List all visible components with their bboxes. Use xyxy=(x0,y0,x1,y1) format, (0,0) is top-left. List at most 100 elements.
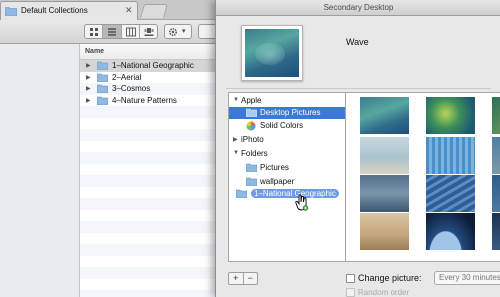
finder-row[interactable]: ▶ 2–Aerial xyxy=(80,72,215,84)
finder-row[interactable]: ▶ 4–Nature Patterns xyxy=(80,95,215,107)
folder-icon xyxy=(97,73,108,82)
chevron-down-icon: ▾ xyxy=(182,28,186,35)
divider xyxy=(226,88,491,89)
add-folder-button[interactable]: + xyxy=(229,273,244,284)
finder-row[interactable]: ▶ 1–National Geographic xyxy=(80,60,215,72)
share-button[interactable] xyxy=(198,24,215,39)
source-item-label: Pictures xyxy=(260,163,289,172)
source-group-label: iPhoto xyxy=(241,135,264,144)
wallpaper-thumbnail[interactable] xyxy=(360,137,409,174)
close-icon[interactable]: ✕ xyxy=(125,5,133,16)
list-view-icon xyxy=(108,28,117,36)
disclosure-triangle-icon[interactable]: ▼ xyxy=(233,97,239,103)
wallpaper-thumbnail[interactable] xyxy=(360,213,409,250)
folder-icon xyxy=(97,96,108,105)
empty-row xyxy=(80,129,215,141)
remove-folder-button[interactable]: − xyxy=(244,273,258,284)
source-group-iphoto[interactable]: ▶ iPhoto xyxy=(229,134,345,146)
source-group-folders[interactable]: ▼ Folders xyxy=(229,148,345,160)
add-remove-control: + − xyxy=(228,272,258,285)
random-order-checkbox[interactable] xyxy=(346,288,355,297)
current-wallpaper-name: Wave xyxy=(346,37,369,47)
finder-row-label: 3–Cosmos xyxy=(112,84,151,93)
finder-window: Default Collections ✕ ▾ Name ▶ 1–Nationa… xyxy=(0,0,215,297)
wallpaper-preview-image xyxy=(245,29,299,77)
window-title: Secondary Desktop xyxy=(216,0,500,16)
column-view-button[interactable] xyxy=(122,25,140,38)
empty-row xyxy=(80,279,215,291)
finder-row[interactable]: ▶ 3–Cosmos xyxy=(80,83,215,95)
finder-row-label: 2–Aerial xyxy=(112,72,142,82)
change-picture-label: Change picture: xyxy=(358,273,422,283)
finder-tab[interactable]: Default Collections ✕ xyxy=(0,1,138,20)
wallpaper-thumbnail[interactable] xyxy=(426,213,475,250)
wallpaper-thumbnail-grid xyxy=(346,92,500,262)
source-item-label: Desktop Pictures xyxy=(260,108,321,117)
desktop-preferences-window: Secondary Desktop Wave ▼ Apple Desktop P… xyxy=(215,0,500,297)
finder-tab-bar: Default Collections ✕ xyxy=(0,0,215,20)
cover-flow-button[interactable] xyxy=(140,25,157,38)
empty-row xyxy=(80,152,215,164)
source-item-desktop-pictures[interactable]: Desktop Pictures xyxy=(229,107,345,119)
list-view-button[interactable] xyxy=(103,25,122,38)
icon-view-icon xyxy=(90,28,98,36)
finder-file-list: Name ▶ 1–National Geographic ▶ 2–Aerial … xyxy=(80,44,215,297)
change-interval-select[interactable]: Every 30 minutes xyxy=(434,271,500,285)
source-item-pictures[interactable]: Pictures xyxy=(229,162,345,174)
change-picture-checkbox[interactable] xyxy=(346,274,355,283)
empty-row xyxy=(80,175,215,187)
folder-icon xyxy=(246,177,257,186)
disclosure-triangle-icon[interactable]: ▼ xyxy=(233,150,239,156)
source-group-label: Folders xyxy=(241,149,268,158)
folder-icon xyxy=(236,189,247,198)
dragged-folder-item[interactable]: 1–National Geographic xyxy=(229,188,345,200)
disclosure-triangle-icon[interactable]: ▶ xyxy=(86,97,91,104)
column-header-label: Name xyxy=(85,48,105,55)
icon-view-button[interactable] xyxy=(85,25,104,38)
source-item-solid-colors[interactable]: Solid Colors xyxy=(229,120,345,132)
empty-row xyxy=(80,210,215,222)
wallpaper-thumbnail[interactable] xyxy=(492,137,500,174)
wallpaper-thumbnail[interactable] xyxy=(492,213,500,250)
disclosure-triangle-icon[interactable]: ▶ xyxy=(86,85,91,92)
cover-flow-icon xyxy=(144,28,154,36)
wallpaper-thumbnail[interactable] xyxy=(426,175,475,212)
disclosure-triangle-icon[interactable]: ▶ xyxy=(86,62,91,69)
empty-row xyxy=(80,198,215,210)
wallpaper-thumbnail[interactable] xyxy=(360,175,409,212)
empty-row xyxy=(80,256,215,268)
source-list: ▼ Apple Desktop Pictures Solid Colors ▶ … xyxy=(228,92,346,262)
empty-row xyxy=(80,164,215,176)
empty-row xyxy=(80,141,215,153)
drag-cursor-icon xyxy=(295,194,309,211)
source-item-wallpaper[interactable]: wallpaper xyxy=(229,176,345,188)
new-tab-button[interactable] xyxy=(140,4,168,18)
random-order-label: Random order xyxy=(358,288,410,297)
source-item-label: Solid Colors xyxy=(260,121,304,130)
empty-row xyxy=(80,221,215,233)
action-menu-button[interactable]: ▾ xyxy=(164,24,192,39)
empty-row xyxy=(80,267,215,279)
wallpaper-thumbnail[interactable] xyxy=(426,137,475,174)
folder-icon xyxy=(5,7,17,16)
current-wallpaper-preview xyxy=(241,25,303,81)
empty-row xyxy=(80,244,215,256)
source-item-label: wallpaper xyxy=(260,177,295,186)
folder-icon xyxy=(97,61,108,70)
source-group-apple[interactable]: ▼ Apple xyxy=(229,95,345,107)
finder-row-label: 4–Nature Patterns xyxy=(112,95,177,105)
wallpaper-thumbnail[interactable] xyxy=(492,97,500,134)
folder-icon xyxy=(246,163,257,172)
tab-title: Default Collections xyxy=(21,6,88,15)
disclosure-triangle-icon[interactable]: ▶ xyxy=(86,74,91,81)
color-wheel-icon xyxy=(246,121,256,131)
empty-row xyxy=(80,187,215,199)
wallpaper-thumbnail[interactable] xyxy=(360,97,409,134)
wallpaper-thumbnail[interactable] xyxy=(492,175,500,212)
column-view-icon xyxy=(125,27,136,37)
name-column-header[interactable]: Name xyxy=(80,44,215,60)
wallpaper-thumbnail[interactable] xyxy=(426,97,475,134)
empty-row xyxy=(80,290,215,297)
disclosure-triangle-icon[interactable]: ▶ xyxy=(233,136,238,143)
finder-toolbar: ▾ xyxy=(0,20,215,44)
